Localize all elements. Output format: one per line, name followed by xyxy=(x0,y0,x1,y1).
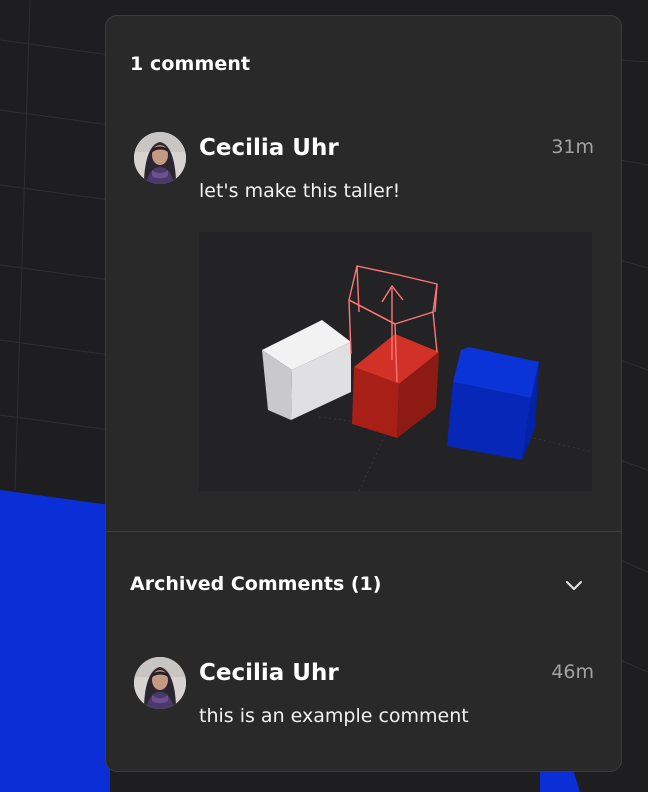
comment-timestamp: 31m xyxy=(551,136,594,158)
avatar[interactable] xyxy=(134,132,186,184)
sketch-image xyxy=(199,232,592,491)
comment-author: Cecilia Uhr xyxy=(199,135,339,161)
archived-comments-toggle[interactable]: Archived Comments (1) xyxy=(106,556,621,608)
comments-panel: 1 comment Cecilia Uhr 31m let's make thi… xyxy=(105,15,622,772)
user-avatar-icon xyxy=(134,657,186,709)
comment-attachment-image[interactable] xyxy=(199,232,592,491)
chevron-down-icon[interactable] xyxy=(563,574,585,596)
comment-body: let's make this taller! xyxy=(199,180,401,202)
blue-plane xyxy=(0,490,110,792)
archived-comment-timestamp: 46m xyxy=(551,661,594,683)
panel-title: 1 comment xyxy=(130,53,251,75)
avatar[interactable] xyxy=(134,657,186,709)
archived-comment-body: this is an example comment xyxy=(199,705,469,727)
section-divider xyxy=(106,531,621,532)
archived-comment-author: Cecilia Uhr xyxy=(199,660,339,686)
user-avatar-icon xyxy=(134,132,186,184)
archived-comments-title: Archived Comments (1) xyxy=(130,573,382,595)
